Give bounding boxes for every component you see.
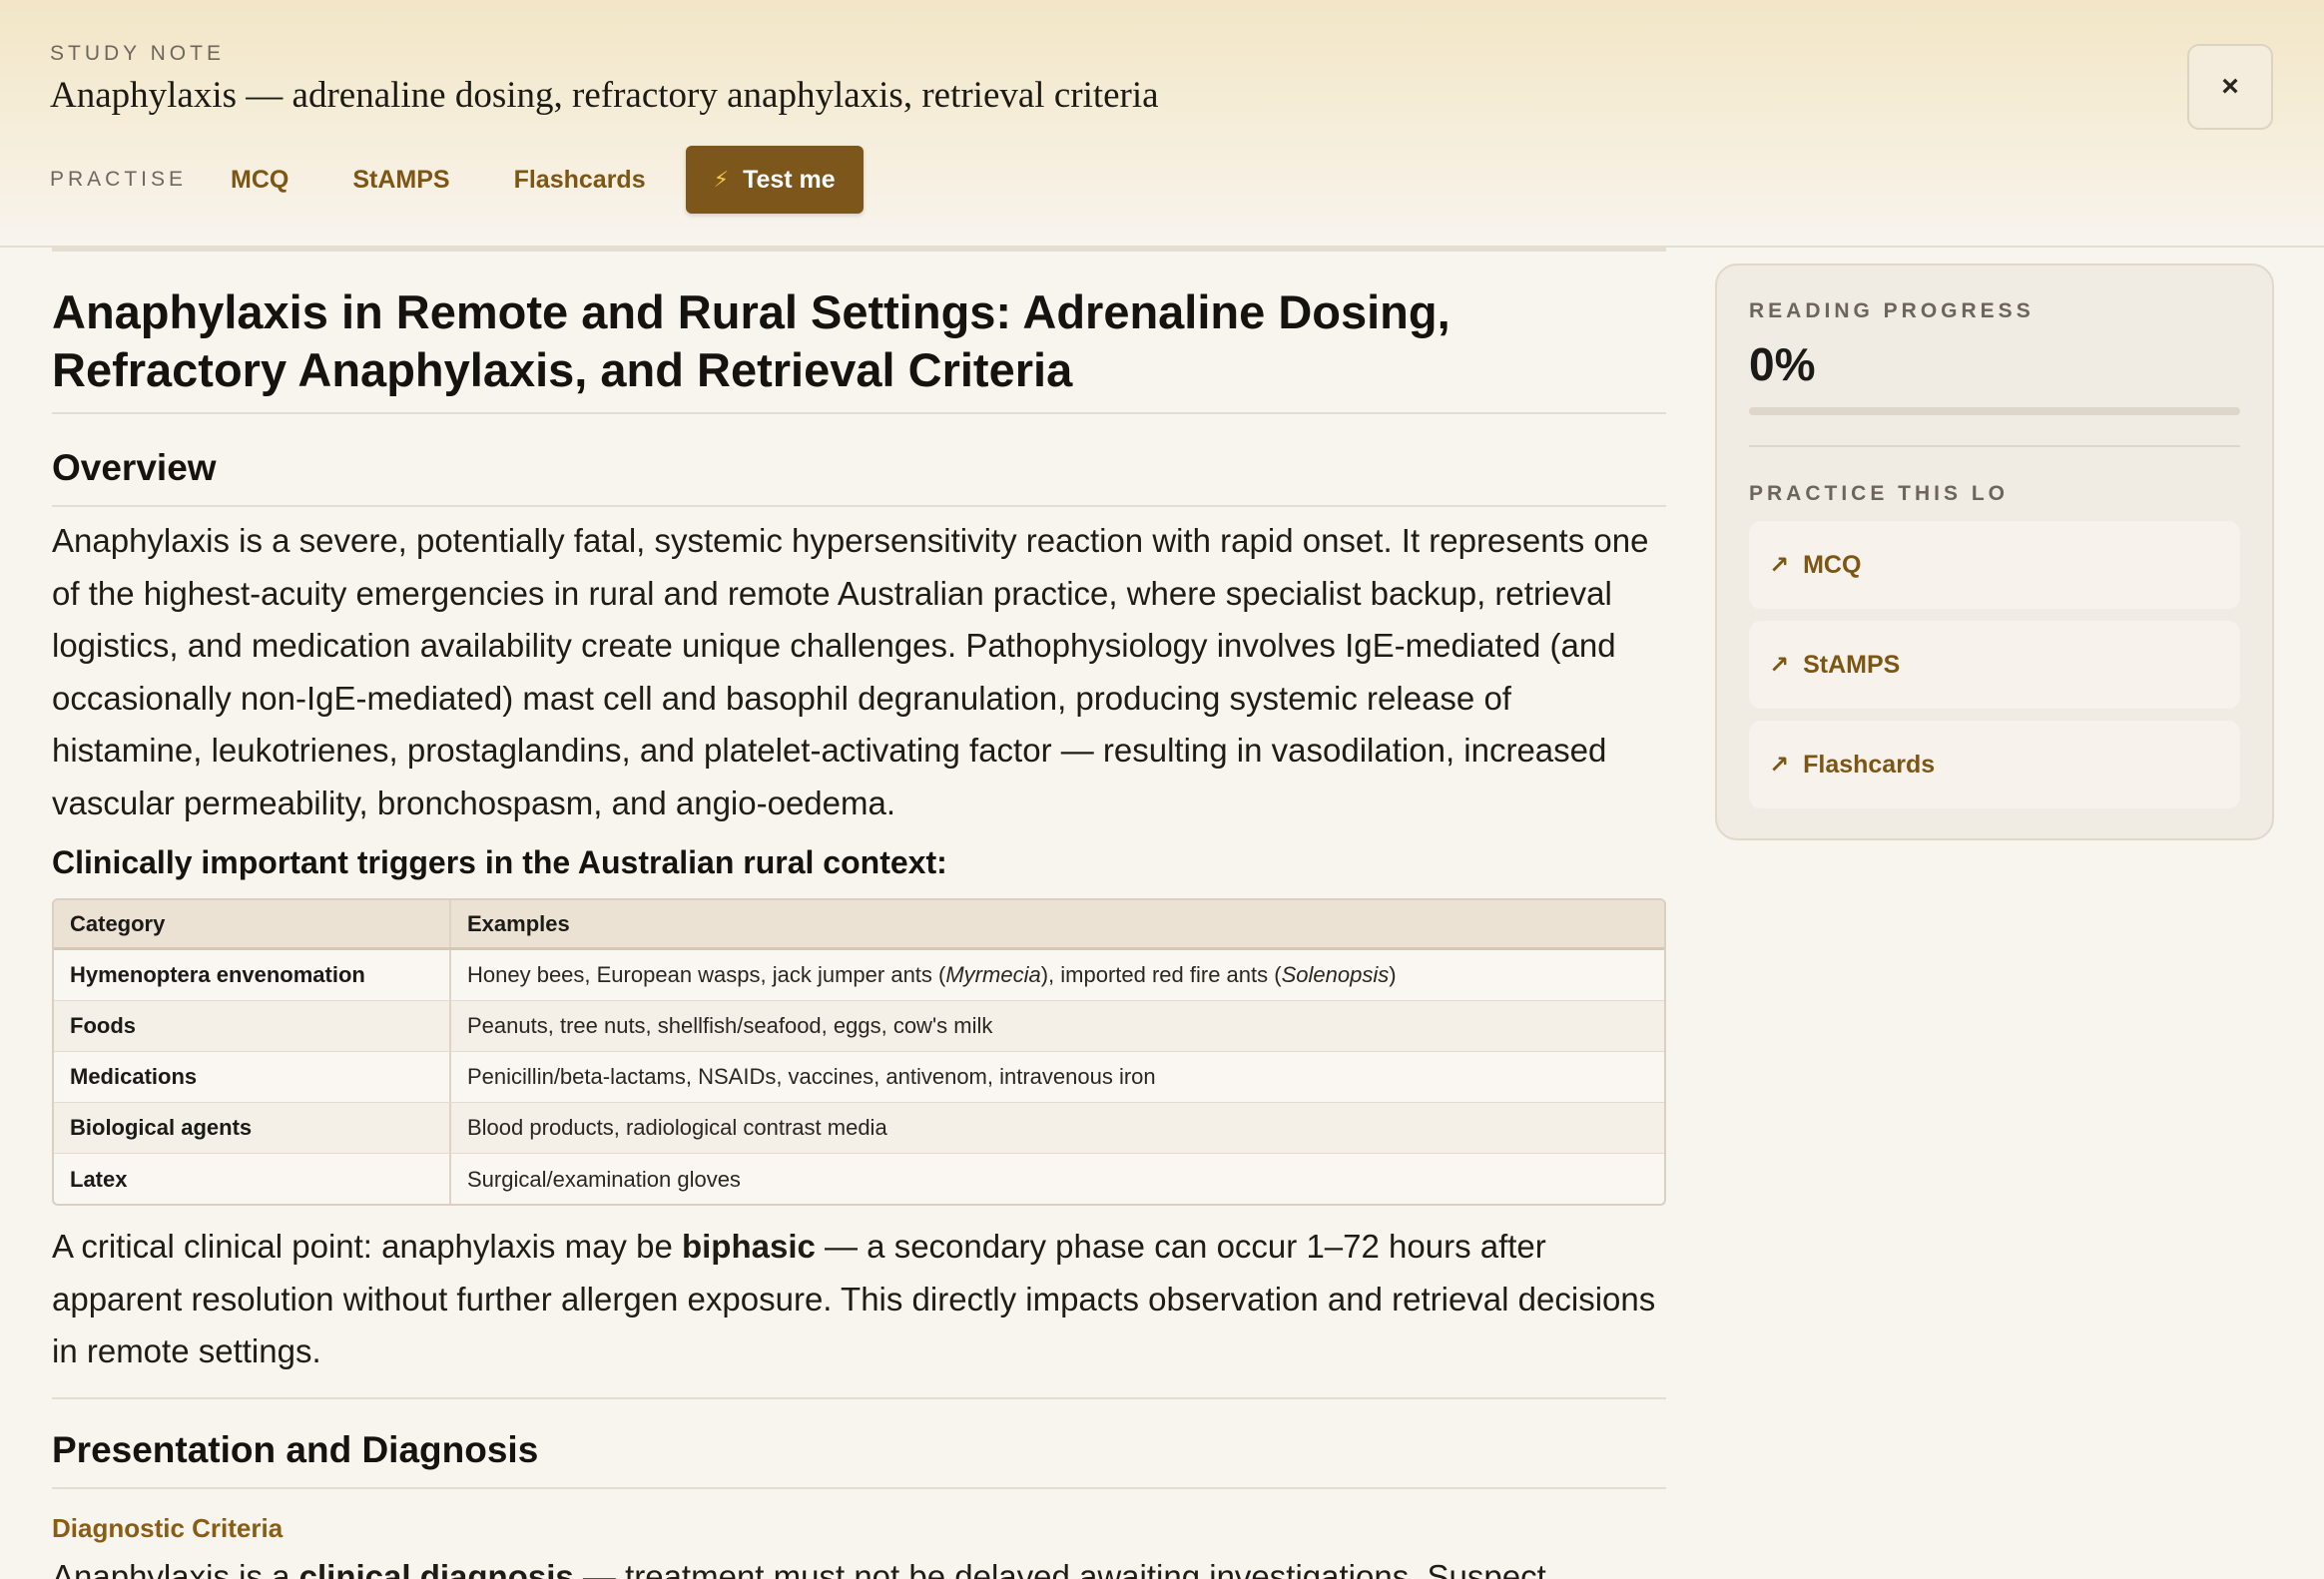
table-cell-examples: Surgical/examination gloves <box>467 1167 741 1192</box>
text-run: — treatment must not be delayed awaiting… <box>573 1558 1546 1579</box>
diagnosis-paragraph: Anaphylaxis is a clinical diagnosis — tr… <box>52 1551 1666 1579</box>
sidebar-link-mcq[interactable]: ↗ MCQ <box>1749 521 2240 609</box>
lightning-icon: ⚡ <box>713 167 730 192</box>
table-cell-examples: Peanuts, tree nuts, shellfish/seafood, e… <box>467 1013 993 1038</box>
table-cell-examples: Honey bees, European wasps, jack jumper … <box>451 950 1664 1000</box>
divider <box>52 505 1666 507</box>
genus-name: Solenopsis <box>1281 962 1390 987</box>
sidebar-link-label: Flashcards <box>1803 750 1936 779</box>
table-row: Foods Peanuts, tree nuts, shellfish/seaf… <box>54 1001 1664 1052</box>
sidebar-link-stamps[interactable]: ↗ StAMPS <box>1749 621 2240 709</box>
study-note-header: STUDY NOTE Anaphylaxis — adrenaline dosi… <box>0 0 2324 248</box>
emphasis-text: clinical diagnosis <box>298 1558 574 1579</box>
text-run: A critical clinical point: anaphylaxis m… <box>52 1228 682 1265</box>
table-cell-category: Foods <box>54 1001 451 1051</box>
arrow-up-right-icon: ↗ <box>1769 751 1790 779</box>
divider <box>1749 445 2240 447</box>
emphasis-text: biphasic <box>681 1228 816 1265</box>
triggers-table: Category Examples Hymenoptera envenomati… <box>52 898 1666 1206</box>
article-content: Anaphylaxis in Remote and Rural Settings… <box>52 248 1666 1579</box>
table-row: Latex Surgical/examination gloves <box>54 1154 1664 1204</box>
note-title: Anaphylaxis — adrenaline dosing, refract… <box>50 75 1159 116</box>
text-run: Anaphylaxis is a <box>52 1558 299 1579</box>
tab-mcq[interactable]: MCQ <box>231 166 289 195</box>
table-cell-category: Hymenoptera envenomation <box>54 950 451 1000</box>
overview-heading: Overview <box>52 447 217 488</box>
text-run: ), imported red fire ants ( <box>1040 962 1282 987</box>
table-cell-category: Medications <box>54 1052 451 1102</box>
presentation-heading: Presentation and Diagnosis <box>52 1429 539 1470</box>
text-run: Honey bees, European wasps, jack jumper … <box>467 962 946 987</box>
genus-name: Myrmecia <box>945 962 1041 987</box>
practise-toolbar: PRACTISE MCQ StAMPS Flashcards ⚡ Test me <box>50 146 864 214</box>
arrow-up-right-icon: ↗ <box>1769 551 1790 579</box>
divider <box>52 1397 1666 1399</box>
table-header-cell: Examples <box>467 910 570 936</box>
table-row: Hymenoptera envenomation Honey bees, Eur… <box>54 950 1664 1001</box>
table-cell-category: Biological agents <box>54 1103 451 1153</box>
sidebar-panel: READING PROGRESS 0% PRACTICE THIS LO ↗ M… <box>1715 263 2274 840</box>
close-icon: × <box>2221 70 2239 103</box>
text-run: ) <box>1389 962 1397 987</box>
close-button[interactable]: × <box>2187 44 2273 130</box>
overview-paragraph: Anaphylaxis is a severe, potentially fat… <box>52 522 1649 821</box>
tab-stamps[interactable]: StAMPS <box>352 166 449 195</box>
sidebar-link-label: StAMPS <box>1803 650 1901 679</box>
table-cell-examples: Penicillin/beta-lactams, NSAIDs, vaccine… <box>467 1064 1156 1089</box>
table-cell-examples: Blood products, radiological contrast me… <box>467 1115 887 1140</box>
diagnostic-criteria-heading: Diagnostic Criteria <box>52 1513 284 1543</box>
sidebar-link-flashcards[interactable]: ↗ Flashcards <box>1749 721 2240 808</box>
table-row: Medications Penicillin/beta-lactams, NSA… <box>54 1052 1664 1103</box>
table-cell-category: Latex <box>54 1154 451 1204</box>
eyebrow-label: STUDY NOTE <box>50 42 225 65</box>
table-header-row: Category Examples <box>54 900 1664 950</box>
test-me-label: Test me <box>743 165 836 194</box>
triggers-heading: Clinically important triggers in the Aus… <box>52 844 947 880</box>
divider <box>52 248 1666 252</box>
table-header-cell: Category <box>54 900 451 947</box>
test-me-button[interactable]: ⚡ Test me <box>685 146 864 214</box>
article-title: Anaphylaxis in Remote and Rural Settings… <box>52 285 1451 396</box>
practice-lo-label: PRACTICE THIS LO <box>1749 482 2010 505</box>
tab-flashcards[interactable]: Flashcards <box>514 166 646 195</box>
biphasic-paragraph: A critical clinical point: anaphylaxis m… <box>52 1221 1666 1378</box>
arrow-up-right-icon: ↗ <box>1769 651 1790 679</box>
reading-progress-value: 0% <box>1749 338 1816 390</box>
progress-bar <box>1749 407 2240 415</box>
table-row: Biological agents Blood products, radiol… <box>54 1103 1664 1154</box>
practise-label: PRACTISE <box>50 168 188 191</box>
reading-progress-label: READING PROGRESS <box>1749 299 2034 322</box>
divider <box>52 1487 1666 1489</box>
sidebar-link-label: MCQ <box>1803 550 1862 579</box>
divider <box>52 412 1666 414</box>
